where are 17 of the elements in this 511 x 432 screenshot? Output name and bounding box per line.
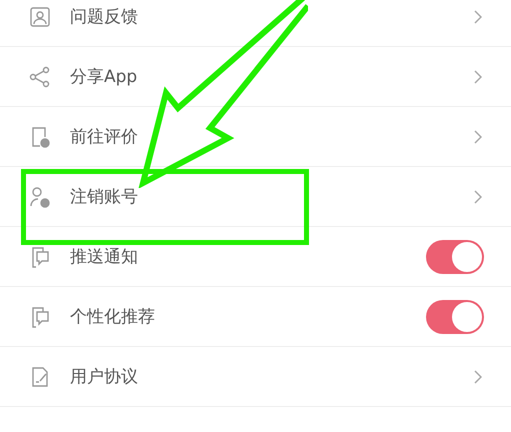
user-remove-icon: [28, 184, 52, 208]
chevron-icon: [474, 10, 482, 24]
chevron-icon: [474, 130, 482, 144]
chevron-icon: [474, 190, 482, 204]
feedback-icon: [28, 4, 52, 28]
toggle-switch[interactable]: [426, 300, 484, 334]
toggle-switch[interactable]: [426, 240, 484, 274]
setting-label: 分享App: [70, 66, 138, 88]
chevron-icon: [474, 70, 482, 84]
chevron-icon: [474, 370, 482, 384]
setting-label: 个性化推荐: [70, 306, 156, 328]
setting-label: 注销账号: [70, 186, 139, 208]
setting-label: 问题反馈: [70, 6, 139, 28]
setting-label: 前往评价: [70, 126, 139, 148]
setting-label: 推送通知: [70, 246, 139, 268]
setting-label: 用户协议: [70, 366, 139, 388]
share-icon: [28, 64, 52, 88]
